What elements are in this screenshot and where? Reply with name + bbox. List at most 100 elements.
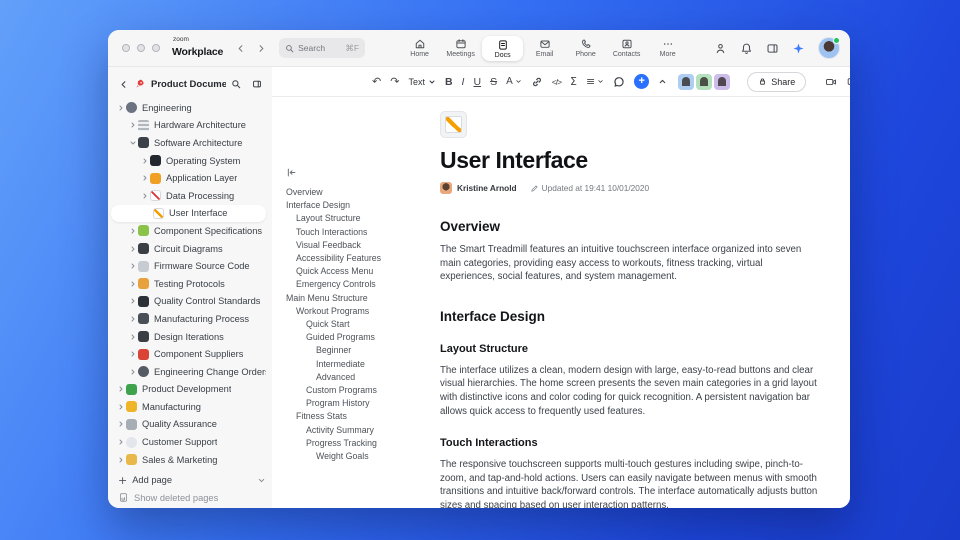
doc-heading-touch-interactions[interactable]: Touch Interactions [440, 437, 820, 449]
toc-item-accessibility-features[interactable]: Accessibility Features [286, 252, 424, 265]
chevron-right-icon[interactable] [128, 297, 138, 305]
toc-item-emergency-controls[interactable]: Emergency Controls [286, 278, 424, 291]
chevron-right-icon[interactable] [140, 174, 150, 182]
tree-item-customer-support[interactable]: Customer Support [108, 433, 272, 451]
redo-icon[interactable]: ↷ [390, 75, 399, 88]
chevron-right-icon[interactable] [128, 333, 138, 341]
toc-item-workout-programs[interactable]: Workout Programs [286, 305, 424, 318]
tab-phone[interactable]: Phone [565, 36, 606, 60]
add-page-chevron-icon[interactable] [256, 476, 266, 485]
chevron-right-icon[interactable] [116, 420, 126, 428]
tree-item-product-development[interactable]: Product Development [108, 381, 272, 399]
strikethrough-button[interactable]: S [490, 76, 497, 88]
sidebar-panel-icon[interactable] [252, 79, 262, 89]
toc-item-layout-structure[interactable]: Layout Structure [286, 212, 424, 225]
toc-item-program-history[interactable]: Program History [286, 397, 424, 410]
tab-email[interactable]: Email [524, 36, 565, 60]
tree-item-quality-control-standards[interactable]: Quality Control Standards [108, 293, 272, 311]
toc-item-interface-design[interactable]: Interface Design [286, 199, 424, 212]
doc-heading-layout-structure[interactable]: Layout Structure [440, 343, 820, 355]
share-button[interactable]: Share [747, 71, 807, 92]
doc-paragraph[interactable]: The interface utilizes a clean, modern d… [440, 364, 820, 418]
chevron-right-icon[interactable] [140, 157, 150, 165]
toc-item-guided-programs[interactable]: Guided Programs [286, 331, 424, 344]
back-arrow-icon[interactable] [118, 79, 129, 90]
toc-item-quick-access-menu[interactable]: Quick Access Menu [286, 265, 424, 278]
code-icon[interactable]: </> [552, 77, 562, 87]
chevron-right-icon[interactable] [128, 368, 138, 376]
minimize-window-button[interactable] [137, 44, 145, 52]
chevron-right-icon[interactable] [128, 350, 138, 358]
close-window-button[interactable] [122, 44, 130, 52]
chevron-right-icon[interactable] [116, 385, 126, 393]
tree-item-engineering-change-orders[interactable]: Engineering Change Orders [108, 363, 272, 381]
tab-meetings[interactable]: Meetings [440, 36, 481, 60]
nav-forward-icon[interactable] [256, 43, 267, 54]
toc-item-activity-summary[interactable]: Activity Summary [286, 424, 424, 437]
doc-heading-overview[interactable]: Overview [440, 219, 820, 234]
tree-item-operating-system[interactable]: Operating System [108, 152, 272, 170]
toc-item-progress-tracking[interactable]: Progress Tracking [286, 437, 424, 450]
video-icon[interactable] [825, 76, 837, 88]
sidebar-search-icon[interactable] [231, 79, 241, 89]
text-style-dropdown[interactable]: Text [408, 77, 436, 87]
comment-icon[interactable] [613, 76, 625, 88]
tree-item-sales-marketing[interactable]: Sales & Marketing [108, 451, 272, 469]
chevron-right-icon[interactable] [128, 227, 138, 235]
toc-item-visual-feedback[interactable]: Visual Feedback [286, 239, 424, 252]
workspace-title[interactable]: Product Documenta... [151, 79, 226, 90]
toc-item-main-menu-structure[interactable]: Main Menu Structure [286, 292, 424, 305]
bold-button[interactable]: B [445, 76, 453, 88]
chevron-right-icon[interactable] [128, 245, 138, 253]
toc-item-beginner[interactable]: Beginner [286, 344, 424, 357]
tab-home[interactable]: Home [399, 36, 440, 60]
tree-item-firmware-source-code[interactable]: Firmware Source Code [108, 257, 272, 275]
toc-item-quick-start[interactable]: Quick Start [286, 318, 424, 331]
toc-item-intermediate[interactable]: Intermediate [286, 358, 424, 371]
tab-docs[interactable]: Docs [482, 35, 524, 61]
tree-item-circuit-diagrams[interactable]: Circuit Diagrams [108, 240, 272, 258]
tree-item-manufacturing-process[interactable]: Manufacturing Process [108, 310, 272, 328]
text-color-button[interactable]: A [506, 76, 522, 87]
tab-more[interactable]: More [647, 36, 688, 60]
collaborator-avatars[interactable] [676, 73, 731, 90]
tree-item-testing-protocols[interactable]: Testing Protocols [108, 275, 272, 293]
user-avatar[interactable] [818, 37, 840, 59]
collapse-toolbar-icon[interactable] [658, 77, 667, 86]
chevron-right-icon[interactable] [128, 280, 138, 288]
add-page-button[interactable]: + Add page [108, 471, 272, 489]
equation-icon[interactable]: Σ [570, 75, 577, 88]
maximize-window-button[interactable] [152, 44, 160, 52]
toc-item-fitness-stats[interactable]: Fitness Stats [286, 410, 424, 423]
ai-sparkle-icon[interactable] [792, 42, 805, 55]
doc-paragraph[interactable]: The responsive touchscreen supports mult… [440, 458, 820, 508]
toc-item-overview[interactable]: Overview [286, 186, 424, 199]
tree-item-component-specifications[interactable]: Component Specifications [108, 222, 272, 240]
underline-button[interactable]: U [473, 76, 481, 88]
bell-icon[interactable] [740, 42, 753, 55]
document[interactable]: User Interface Kristine Arnold Updated a… [440, 97, 820, 508]
link-icon[interactable] [531, 76, 543, 88]
tree-item-data-processing[interactable]: Data Processing [108, 187, 272, 205]
doc-title[interactable]: User Interface [440, 147, 820, 174]
tree-item-hardware-architecture[interactable]: Hardware Architecture [108, 117, 272, 135]
global-search-input[interactable]: Search ⌘F [279, 38, 366, 58]
tree-item-application-layer[interactable]: Application Layer [108, 169, 272, 187]
tree-item-user-interface[interactable]: User Interface [111, 204, 266, 223]
tab-contacts[interactable]: Contacts [606, 36, 647, 60]
chevron-right-icon[interactable] [128, 121, 138, 129]
tree-item-component-suppliers[interactable]: Component Suppliers [108, 345, 272, 363]
toc-item-custom-programs[interactable]: Custom Programs [286, 384, 424, 397]
tree-item-quality-assurance[interactable]: Quality Assurance [108, 416, 272, 434]
undo-icon[interactable]: ↶ [372, 75, 381, 88]
doc-paragraph[interactable]: The Smart Treadmill features an intuitiv… [440, 243, 820, 284]
chevron-right-icon[interactable] [116, 104, 126, 112]
chevron-right-icon[interactable] [116, 438, 126, 446]
side-panel-icon[interactable] [766, 42, 779, 55]
tree-item-design-iterations[interactable]: Design Iterations [108, 328, 272, 346]
show-deleted-pages-button[interactable]: Show deleted pages [108, 489, 272, 507]
chevron-right-icon[interactable] [116, 403, 126, 411]
collapse-toc-icon[interactable] [286, 167, 424, 178]
chevron-down-icon[interactable] [128, 139, 138, 147]
nav-back-icon[interactable] [235, 43, 246, 54]
